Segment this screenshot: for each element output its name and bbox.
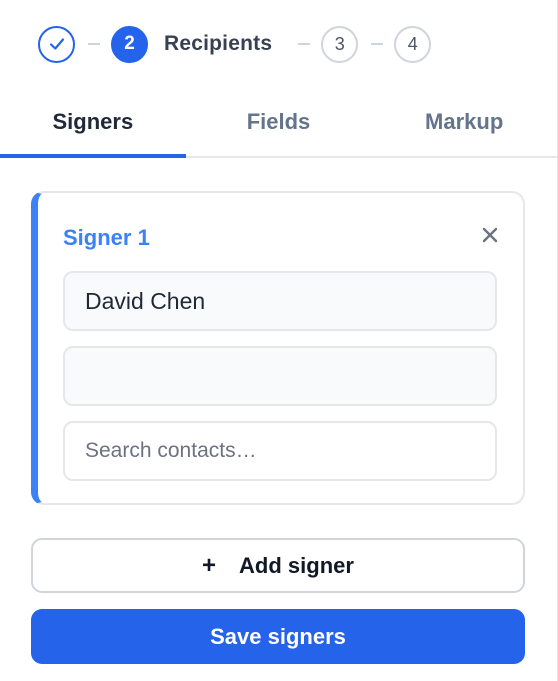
tab-markup[interactable]: Markup [371, 88, 557, 156]
tab-signers[interactable]: Signers [0, 88, 186, 158]
step-separator [371, 43, 384, 45]
signer-email-input[interactable] [63, 346, 497, 406]
close-icon [482, 227, 498, 243]
signers-panel: 2 Recipients 3 4 Signers Fields Markup S… [0, 0, 558, 681]
tab-fields-label: Fields [246, 109, 311, 134]
signer-card: Signer 1 David Chen Search contacts… [31, 191, 525, 505]
search-contacts-placeholder: Search contacts… [85, 439, 257, 462]
step-2-number: 2 [124, 33, 135, 54]
check-icon [49, 38, 64, 50]
search-contacts-input[interactable]: Search contacts… [63, 421, 497, 481]
tab-fields[interactable]: Fields [186, 88, 372, 156]
step-3-pending[interactable]: 3 [321, 25, 359, 63]
add-signer-label: Add signer [239, 552, 354, 578]
step-separator [298, 43, 311, 45]
save-signers-button[interactable]: Save signers [31, 609, 525, 664]
plus-icon: + [202, 551, 217, 579]
tab-signers-label: Signers [52, 109, 134, 134]
signer-name-input[interactable]: David Chen [63, 271, 497, 331]
tab-markup-label: Markup [425, 109, 504, 134]
step-4-number: 4 [407, 33, 418, 54]
step-2-label: Recipients [164, 32, 273, 55]
step-separator [88, 43, 100, 45]
remove-signer-button[interactable] [481, 226, 499, 244]
add-signer-button[interactable]: + Add signer [31, 538, 525, 593]
step-3-number: 3 [334, 33, 345, 54]
signer-title: Signer 1 [63, 225, 150, 250]
step-2-current: 2 [111, 25, 148, 63]
signer-name-value: David Chen [85, 287, 206, 314]
progress-stepper: 2 Recipients 3 4 [38, 25, 432, 63]
step-1-completed[interactable] [38, 25, 75, 63]
tab-bar: Signers Fields Markup [0, 88, 557, 158]
save-signers-label: Save signers [210, 623, 346, 649]
step-4-pending[interactable]: 4 [394, 25, 432, 63]
